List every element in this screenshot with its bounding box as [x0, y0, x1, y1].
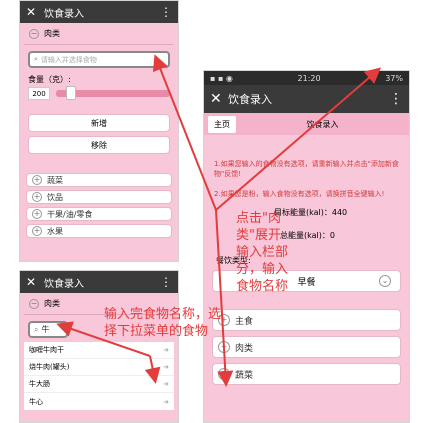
tab-home[interactable]: 主页 — [208, 115, 236, 133]
category-header-meat[interactable]: − 肉类 — [20, 23, 178, 44]
page-title: 饮食录入 — [44, 278, 84, 290]
category-label: 肉类 — [44, 299, 60, 308]
title-bar: ✕ 饮食录入 ⋮ — [20, 1, 178, 23]
amount-slider[interactable] — [56, 86, 170, 100]
minus-icon: − — [29, 298, 39, 309]
title-bar: ✕ 饮食录入 ⋮ — [20, 271, 178, 293]
food-search-input[interactable]: ⌕ 请输入并选择食物 — [28, 51, 170, 68]
hint-1: 1.如果您输入的食物没有选项，请重新输入并点击"添加新食物"反馈! — [214, 160, 399, 178]
category-label: 饮品 — [47, 192, 63, 202]
annotation-1: 点击"肉类"展开输入栏部分，输入食物名称 — [236, 211, 289, 294]
more-icon[interactable]: ⋮ — [160, 275, 172, 289]
dropdown-item-label: 烧牛肉(罐头) — [29, 363, 70, 371]
plus-icon: + — [32, 175, 42, 185]
dropdown-item-label: 牛大肠 — [29, 380, 50, 388]
page-title: 饮食录入 — [44, 8, 84, 20]
target-energy: 目标能量(kal)：440 — [274, 208, 348, 217]
title-bar: ✕ 饮食录入 ⋮ — [204, 85, 409, 113]
add-button[interactable]: 新增 — [28, 114, 170, 132]
category-item-vegetables[interactable]: + 蔬菜 — [26, 173, 172, 187]
category-label: 蔬菜 — [47, 175, 63, 185]
category-label: 蔬菜 — [235, 370, 254, 381]
hint-2: 2.如果您是粉，输入食物没有选项，请换拼音全键输入! — [214, 190, 385, 198]
chevron-right-icon: ➜ — [163, 363, 169, 371]
chevron-down-icon: ⌄ — [379, 275, 391, 287]
chevron-right-icon: ➜ — [163, 346, 169, 354]
category-label: 肉类 — [44, 29, 60, 38]
category-item-staple[interactable]: + 主食 — [212, 309, 401, 331]
more-icon[interactable]: ⋮ — [160, 5, 172, 19]
category-label: 主食 — [235, 316, 254, 327]
close-icon[interactable]: ✕ — [26, 275, 44, 289]
close-icon[interactable]: ✕ — [210, 91, 228, 107]
remove-button[interactable]: 移除 — [28, 136, 170, 154]
category-item-vegetables[interactable]: + 蔬菜 — [212, 363, 401, 385]
meal-type-value: 早餐 — [297, 277, 316, 288]
category-item-fruit[interactable]: + 水果 — [26, 224, 172, 238]
search-value: 牛 — [41, 325, 50, 334]
status-bar: ▪ ▪ ◉ 21:20 37% — [204, 71, 409, 85]
plus-icon: + — [32, 226, 42, 236]
slider-handle[interactable] — [66, 86, 76, 100]
meal-type-label: 餐饮类型: — [216, 256, 251, 265]
category-item-nuts[interactable]: + 干果/油/零食 — [26, 207, 172, 221]
category-label: 肉类 — [235, 343, 254, 354]
amount-label: 食量（克）: — [28, 75, 71, 84]
category-label: 水果 — [47, 226, 63, 236]
chevron-right-icon: ➜ — [163, 380, 169, 388]
dropdown-item[interactable]: 烧牛肉(罐头) ➜ — [24, 359, 174, 376]
plus-icon: + — [218, 341, 230, 353]
screenshot-right: ▪ ▪ ◉ 21:20 37% ✕ 饮食录入 ⋮ 主页 饮食录入 1.如果您输入… — [203, 70, 410, 423]
screenshot-bottom-left: ✕ 饮食录入 ⋮ − 肉类 ⌕ 牛 咖喱牛肉干 ➜ 烧牛肉(罐头) ➜ 牛大肠 ➜ 牛… — [19, 270, 179, 423]
tab-entry[interactable]: 饮食录入 — [236, 119, 409, 130]
dropdown-item[interactable]: 咖喱牛肉干 ➜ — [24, 342, 174, 359]
total-energy: 总能量(kal)：0 — [280, 231, 335, 240]
search-icon: ⌕ — [34, 324, 39, 334]
category-item-drinks[interactable]: + 饮品 — [26, 190, 172, 204]
category-item-meat[interactable]: + 肉类 — [212, 336, 401, 358]
search-placeholder: 请输入并选择食物 — [40, 55, 97, 64]
chevron-right-icon: ➜ — [163, 397, 169, 406]
food-search-input[interactable]: ⌕ 牛 — [28, 321, 68, 338]
plus-icon: + — [32, 192, 42, 202]
category-label: 干果/油/零食 — [47, 209, 93, 219]
screenshot-top-left: ✕ 饮食录入 ⋮ − 肉类 ⌕ 请输入并选择食物 食量（克）: 200 新增 移… — [19, 0, 179, 262]
dropdown-item-label: 咖喱牛肉干 — [29, 346, 64, 354]
dropdown-item-label: 牛心 — [29, 397, 43, 406]
search-icon: ⌕ — [34, 55, 38, 63]
dropdown-item[interactable]: 牛心 ➜ — [24, 393, 174, 410]
plus-icon: + — [218, 368, 230, 380]
minus-icon: − — [29, 28, 39, 39]
dropdown-item[interactable]: 牛大肠 ➜ — [24, 376, 174, 393]
annotation-2: 输入完食物名称，选择下拉菜单的食物 — [104, 307, 222, 339]
more-icon[interactable]: ⋮ — [389, 91, 403, 107]
plus-icon: + — [32, 209, 42, 219]
status-time: 21:20 — [297, 73, 321, 83]
amount-input[interactable]: 200 — [28, 87, 50, 100]
page-title: 饮食录入 — [228, 93, 272, 106]
status-icons: ▪ ▪ ◉ — [210, 73, 233, 83]
close-icon[interactable]: ✕ — [26, 5, 44, 19]
battery-level: 37% — [385, 73, 403, 83]
